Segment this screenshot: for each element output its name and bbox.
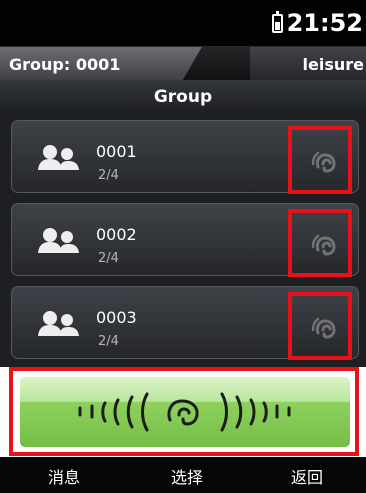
group-member-count: 2/4 [98,251,119,266]
clock: 21:52 [286,9,363,37]
push-to-talk-highlight [9,367,359,456]
group-name: 0003 [96,308,137,327]
group-name: 0001 [96,142,137,161]
current-group-label: Group: 0001 [9,55,121,74]
people-icon [38,145,79,170]
group-list-item-0001[interactable]: 0001 2/4 [11,120,359,194]
back-softkey[interactable]: 返回 [291,464,323,488]
messages-softkey[interactable]: 消息 [48,464,80,488]
status-bar: 21:52 [0,0,366,46]
listen-button[interactable] [288,126,352,194]
group-name: 0002 [96,225,137,244]
push-to-talk-button[interactable] [20,377,350,447]
group-screen: 21:52 Group: 0001 leisure Group 0001 2/4 [0,0,366,493]
listen-button[interactable] [288,209,352,277]
group-list: 0001 2/4 0002 2/4 0003 2/4 [0,115,366,367]
bottom-softkey-bar: 消息 选择 返回 [0,457,366,493]
battery-level [274,22,280,30]
group-list-item-0002[interactable]: 0002 2/4 [11,203,359,277]
group-member-count: 2/4 [98,168,119,183]
push-to-talk-ear-icon [78,392,291,432]
group-list-item-0003[interactable]: 0003 2/4 [11,286,359,360]
page-title: Group [0,80,366,115]
group-member-count: 2/4 [98,334,119,349]
mode-label: leisure [302,55,364,74]
people-icon [38,311,79,336]
people-icon [38,228,79,253]
listen-ear-icon [311,234,336,256]
listen-ear-icon [311,317,336,339]
listen-button[interactable] [288,292,352,360]
battery-icon [271,11,283,33]
current-group-bar: Group: 0001 leisure [0,46,366,81]
listen-ear-icon [311,151,336,173]
select-softkey[interactable]: 选择 [171,464,203,488]
